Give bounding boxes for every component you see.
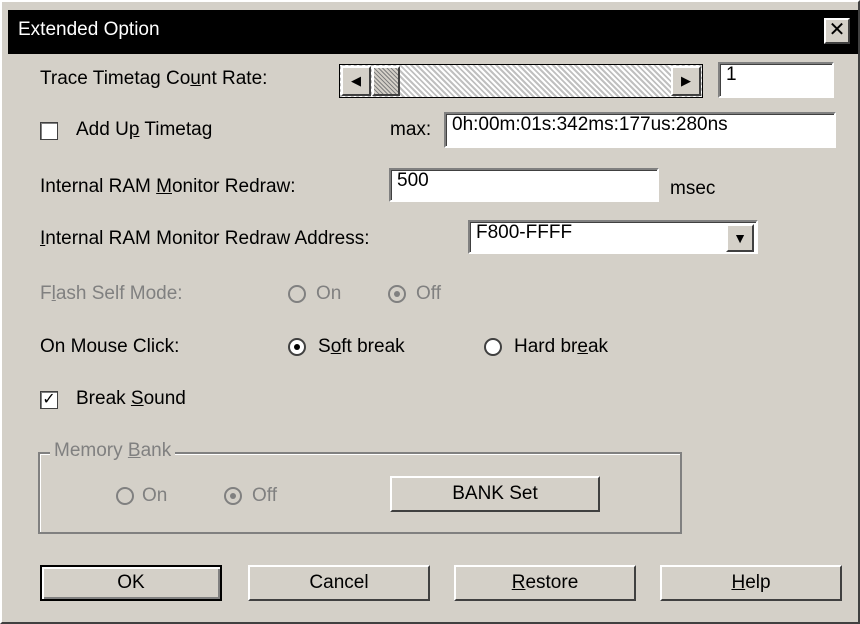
scroll-right-button[interactable]: ▶: [671, 66, 701, 96]
flash-self-mode-label: Flash Self Mode:: [40, 283, 183, 304]
arrow-left-icon: ◀: [351, 73, 361, 88]
max-timetag-field: 0h:00m:01s:342ms:177us:280ns: [444, 112, 836, 148]
chevron-down-icon: ▼: [733, 230, 747, 246]
help-button[interactable]: Help: [660, 565, 842, 601]
msec-unit-label: msec: [670, 178, 716, 199]
restore-button[interactable]: Restore: [454, 565, 636, 601]
flash-self-off-label: Off: [416, 283, 441, 304]
checkmark-icon: ✓: [42, 391, 56, 408]
cancel-button[interactable]: Cancel: [248, 565, 430, 601]
extended-option-dialog: Extended Option ✕ Trace Timetag Count Ra…: [0, 0, 860, 624]
memory-bank-off-label: Off: [252, 485, 277, 506]
title-bar[interactable]: Extended Option ✕: [8, 10, 858, 54]
trace-rate-label: Trace Timetag Count Rate:: [40, 68, 268, 89]
memory-bank-off-radio[interactable]: [224, 487, 242, 505]
bank-set-button[interactable]: BANK Set: [390, 476, 600, 512]
flash-self-off-radio[interactable]: [388, 285, 406, 303]
break-sound-checkbox[interactable]: ✓: [40, 391, 58, 409]
break-sound-label: Break Sound: [76, 388, 186, 409]
memory-bank-on-label: On: [142, 485, 168, 506]
max-label: max:: [390, 119, 432, 140]
flash-self-on-radio[interactable]: [288, 285, 306, 303]
dropdown-button[interactable]: ▼: [726, 224, 754, 252]
mouse-click-label: On Mouse Click:: [40, 336, 180, 357]
flash-self-on-label: On: [316, 283, 342, 304]
redraw-interval-input[interactable]: 500: [389, 168, 659, 202]
memory-bank-on-radio[interactable]: [116, 487, 134, 505]
redraw-address-label: Internal RAM Monitor Redraw Address:: [40, 228, 370, 249]
arrow-right-icon: ▶: [681, 73, 691, 88]
close-icon: ✕: [828, 19, 846, 41]
soft-break-label: Soft break: [318, 336, 405, 357]
close-button[interactable]: ✕: [824, 18, 850, 44]
trace-rate-input[interactable]: 1: [718, 62, 834, 98]
ok-button[interactable]: OK: [40, 565, 222, 601]
trace-rate-scrollbar[interactable]: ◀ ▶: [339, 64, 703, 98]
scroll-thumb[interactable]: [372, 66, 400, 96]
redraw-address-select[interactable]: F800-FFFF ▼: [468, 220, 758, 254]
scroll-left-button[interactable]: ◀: [341, 66, 371, 96]
memory-bank-title: Memory Bank: [50, 440, 176, 462]
hard-break-radio[interactable]: [484, 338, 502, 356]
window-title: Extended Option: [18, 19, 160, 40]
soft-break-radio[interactable]: [288, 338, 306, 356]
hard-break-label: Hard break: [514, 336, 609, 357]
add-up-timetag-label: Add Up Timetag: [76, 119, 213, 140]
add-up-timetag-checkbox[interactable]: [40, 122, 58, 140]
redraw-interval-label: Internal RAM Monitor Redraw:: [40, 176, 296, 197]
